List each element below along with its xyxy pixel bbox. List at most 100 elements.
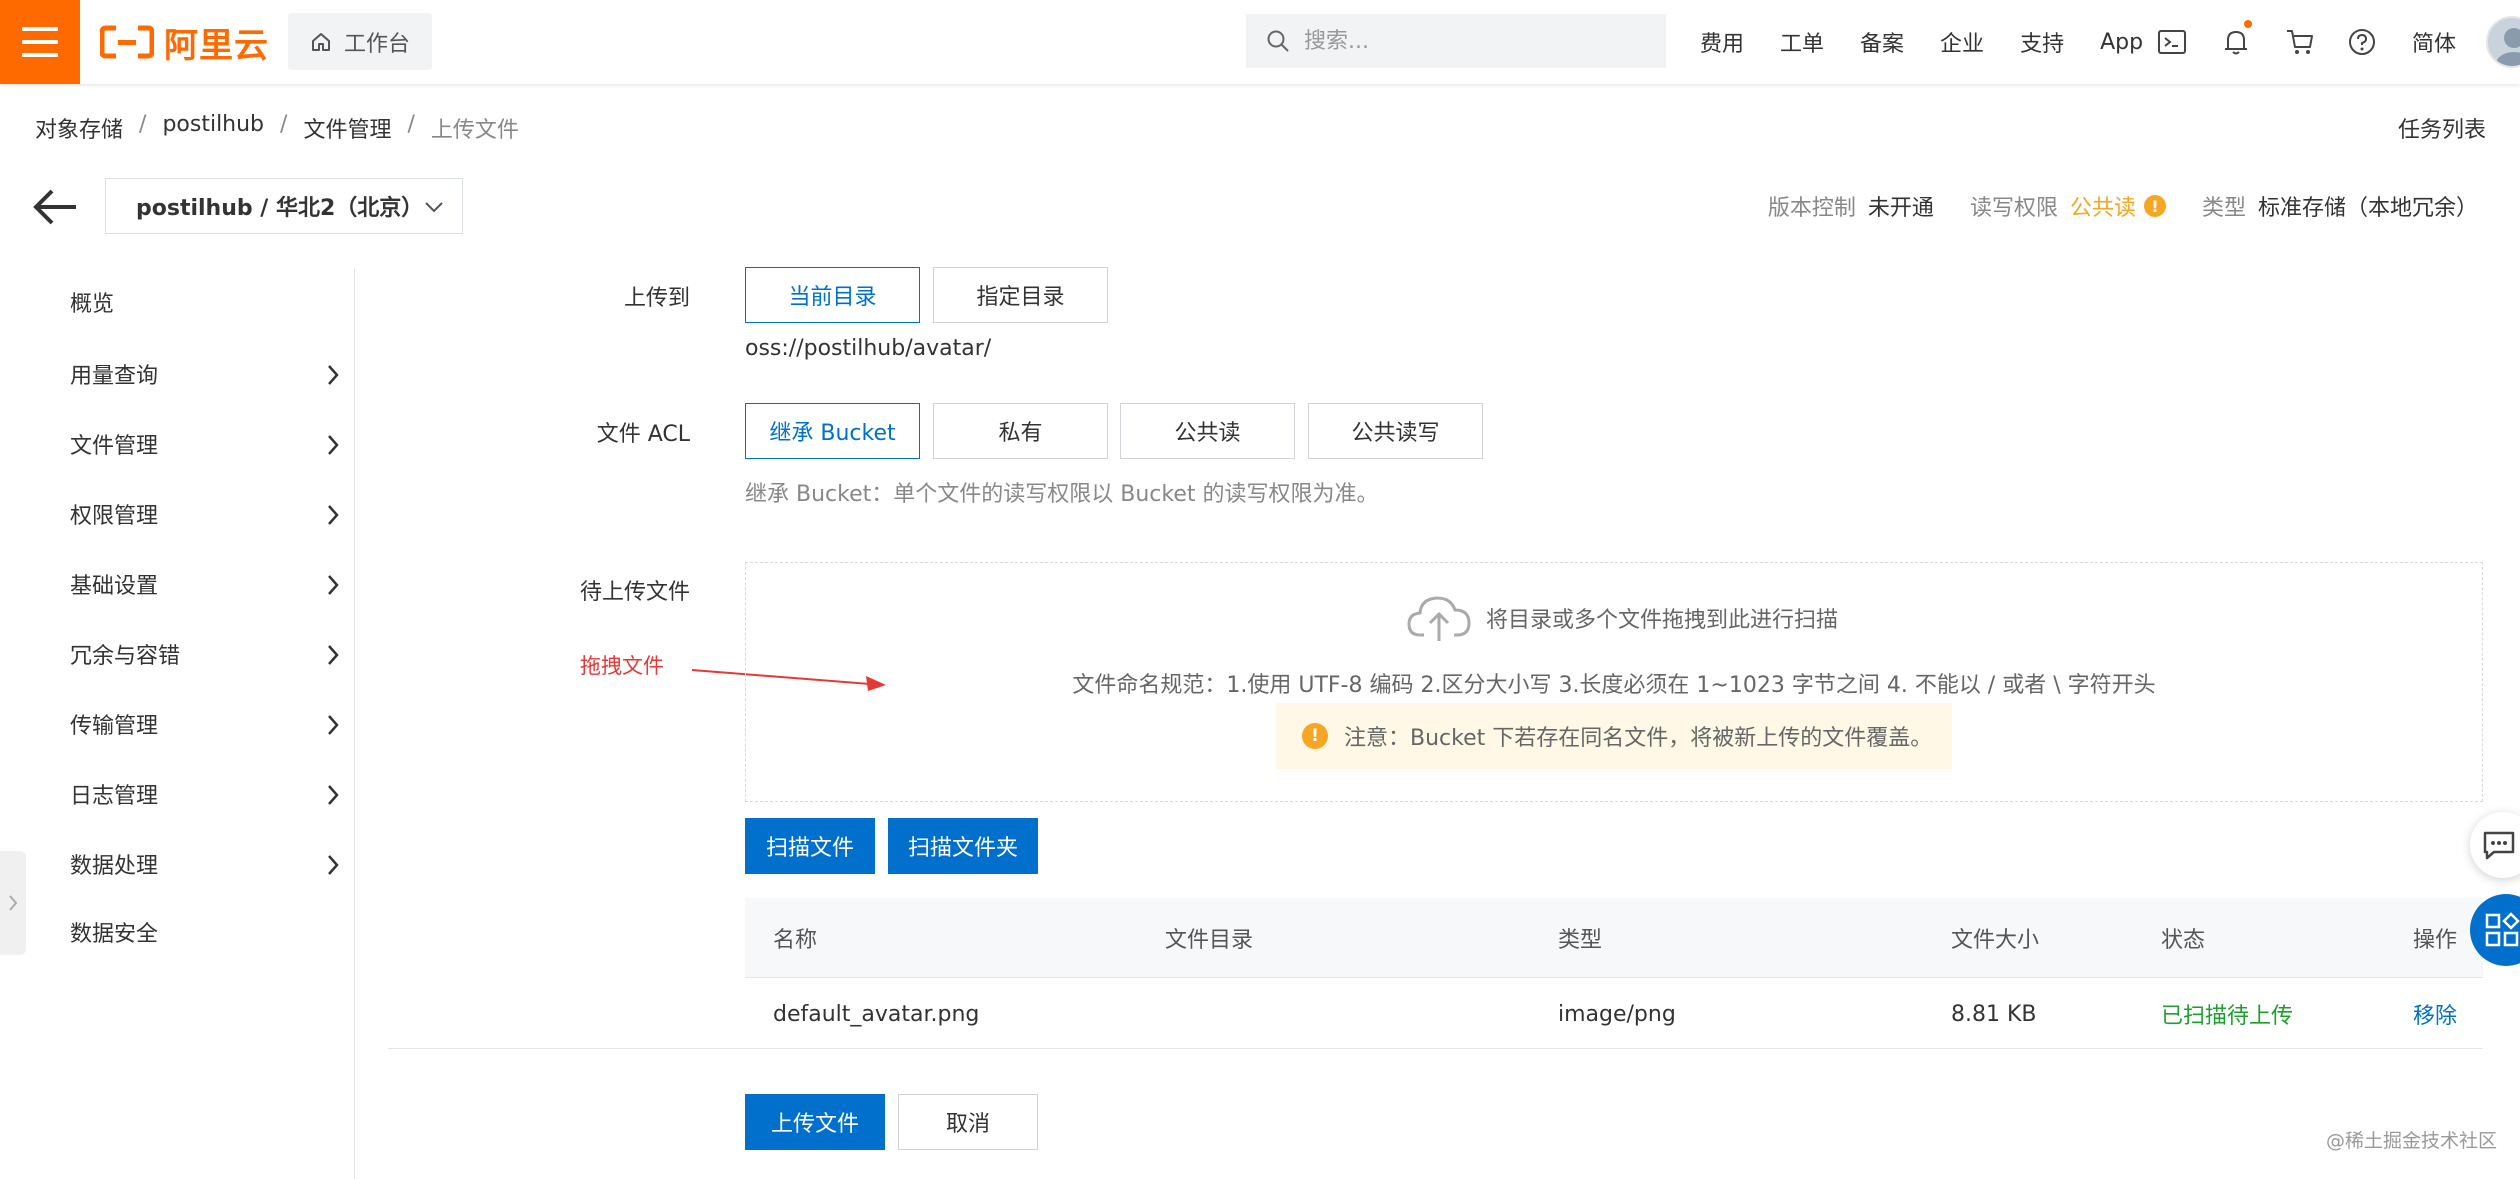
warning-icon[interactable]: ! [2143,195,2166,217]
terminal-icon[interactable] [2154,24,2190,60]
file-type: image/png [1558,1001,1676,1027]
chevron-right-icon [328,645,339,665]
cart-icon[interactable] [2282,24,2318,60]
file-name: default_avatar.png [773,1001,980,1027]
breadcrumb-separator: / [139,112,147,137]
sidebar-item-label: 概览 [70,292,115,317]
table-row: default_avatar.png image/png 8.81 KB 已扫描… [745,978,2483,1050]
back-arrow-icon[interactable] [32,186,80,228]
acl-inherit-option[interactable]: 继承 Bucket [745,403,920,459]
table-header: 名称 文件目录 类型 文件大小 状态 操作 [745,898,2483,978]
sidebar-item-label: 用量查询 [70,364,159,389]
drop-prompt: 将目录或多个文件拖拽到此进行扫描 [1406,593,1838,643]
acl-hint: 继承 Bucket：单个文件的读写权限以 Bucket 的读写权限为准。 [745,482,1379,507]
sidebar-item-data-processing[interactable]: 数据处理 [70,844,340,884]
search-icon [1267,30,1289,52]
watermark: @稀土掘金技术社区 [2326,1130,2498,1152]
chevron-right-icon [328,855,339,875]
acl-public-read-option[interactable]: 公共读 [1120,403,1295,459]
workbench-button[interactable]: 工作台 [288,13,432,70]
nav-support[interactable]: 支持 [2020,26,2064,58]
menu-icon[interactable] [0,0,80,84]
breadcrumb-separator: / [280,112,288,137]
sidebar-item-data-security[interactable]: 数据安全 [70,912,340,952]
remove-link[interactable]: 移除 [2413,978,2457,1050]
overwrite-notice: ! 注意：Bucket 下若存在同名文件，将被新上传的文件覆盖。 [1276,703,1952,769]
chevron-right-icon [328,435,339,455]
nav-icp[interactable]: 备案 [1860,26,1904,58]
sidebar-collapse-handle[interactable] [0,851,26,955]
breadcrumb-oss[interactable]: 对象存储 [35,112,123,144]
upload-files-button[interactable]: 上传文件 [745,1094,885,1150]
cancel-button[interactable]: 取消 [898,1094,1038,1150]
sidebar-item-basic-settings[interactable]: 基础设置 [70,564,340,604]
storage-type-label: 类型 [2201,196,2246,221]
chevron-right-icon [328,365,339,385]
top-nav: 费用 工单 备案 企业 支持 App [1700,0,2179,84]
search-input[interactable] [1304,28,1644,54]
bucket-selector-value: postilhub / 华北2（北京） [136,196,424,221]
breadcrumb-files[interactable]: 文件管理 [303,112,391,144]
nav-fees[interactable]: 费用 [1700,26,1744,58]
file-status: 已扫描待上传 [2161,1004,2294,1029]
col-type: 类型 [1558,927,1603,953]
sidebar-item-logs[interactable]: 日志管理 [70,774,340,814]
chat-float-button[interactable] [2470,812,2520,878]
language-switch[interactable]: 简体 [2412,26,2456,58]
file-drop-zone[interactable]: 将目录或多个文件拖拽到此进行扫描 文件命名规范：1.使用 UTF-8 编码 2.… [745,562,2483,802]
acl-public-read-write-option[interactable]: 公共读写 [1308,403,1483,459]
naming-rules: 文件命名规范：1.使用 UTF-8 编码 2.区分大小写 3.长度必须在 1~1… [1072,673,2156,698]
breadcrumb-current: 上传文件 [430,118,519,143]
sidebar-item-label: 冗余与容错 [70,644,181,669]
scan-folder-button[interactable]: 扫描文件夹 [888,818,1038,874]
chevron-right-icon [328,785,339,805]
col-size: 文件大小 [1951,927,2040,953]
overwrite-notice-text: 注意：Bucket 下若存在同名文件，将被新上传的文件覆盖。 [1344,726,1933,751]
acl-label: 读写权限 [1969,196,2058,221]
sidebar-item-overview[interactable]: 概览 [70,282,340,322]
upload-to-label: 上传到 [623,286,690,311]
sidebar-item-label: 数据安全 [70,922,159,947]
sidebar: 概览 用量查询 文件管理 权限管理 基础设置 冗余与容错 传输管理 日志管理 数… [0,268,355,1179]
aliyun-logo[interactable]: 阿里云 [100,20,269,66]
help-icon[interactable] [2344,24,2380,60]
current-dir-option[interactable]: 当前目录 [745,267,920,323]
file-acl-label: 文件 ACL [596,422,690,447]
sidebar-item-files[interactable]: 文件管理 [70,424,340,464]
sidebar-item-usage[interactable]: 用量查询 [70,354,340,394]
sidebar-item-label: 数据处理 [70,854,159,879]
nav-app[interactable]: App [2100,30,2143,55]
acl-private-option[interactable]: 私有 [933,403,1108,459]
top-bar: 阿里云 工作台 费用 工单 备案 企业 支持 App [0,0,2520,84]
nav-enterprise[interactable]: 企业 [1940,26,1984,58]
storage-type-value: 标准存储（本地冗余） [2257,196,2478,221]
sidebar-item-transfer[interactable]: 传输管理 [70,704,340,744]
aliyun-logo-mark [100,25,154,59]
sidebar-item-label: 传输管理 [70,714,159,739]
breadcrumb-bucket[interactable]: postilhub [162,112,264,144]
sidebar-item-permissions[interactable]: 权限管理 [70,494,340,534]
breadcrumb: 对象存储 / postilhub / 文件管理 / 上传文件 [35,112,519,144]
specified-dir-option[interactable]: 指定目录 [933,267,1108,323]
bucket-meta: 版本控制 未开通 读写权限 公共读 ! 类型 标准存储（本地冗余） [1768,190,2478,222]
warning-icon: ! [1302,723,1328,749]
file-size: 8.81 KB [1951,1001,2037,1027]
cloud-upload-icon [1407,596,1471,641]
user-avatar[interactable] [2486,16,2520,68]
col-dir: 文件目录 [1165,927,1254,953]
sidebar-item-label: 权限管理 [70,504,159,529]
notification-dot [2244,20,2252,28]
pending-files-label: 待上传文件 [579,580,690,605]
scan-files-button[interactable]: 扫描文件 [745,818,875,874]
global-search[interactable] [1246,14,1666,68]
sidebar-item-label: 基础设置 [70,574,159,599]
nav-tickets[interactable]: 工单 [1780,26,1824,58]
bell-icon[interactable] [2218,20,2254,60]
task-list-link[interactable]: 任务列表 [2398,112,2486,144]
sidebar-item-label: 日志管理 [70,784,159,809]
logo-text: 阿里云 [164,25,269,66]
home-icon [311,32,330,51]
chevron-down-icon [425,202,443,213]
sidebar-item-redundancy[interactable]: 冗余与容错 [70,634,340,674]
bucket-selector[interactable]: postilhub / 华北2（北京） [105,178,463,234]
